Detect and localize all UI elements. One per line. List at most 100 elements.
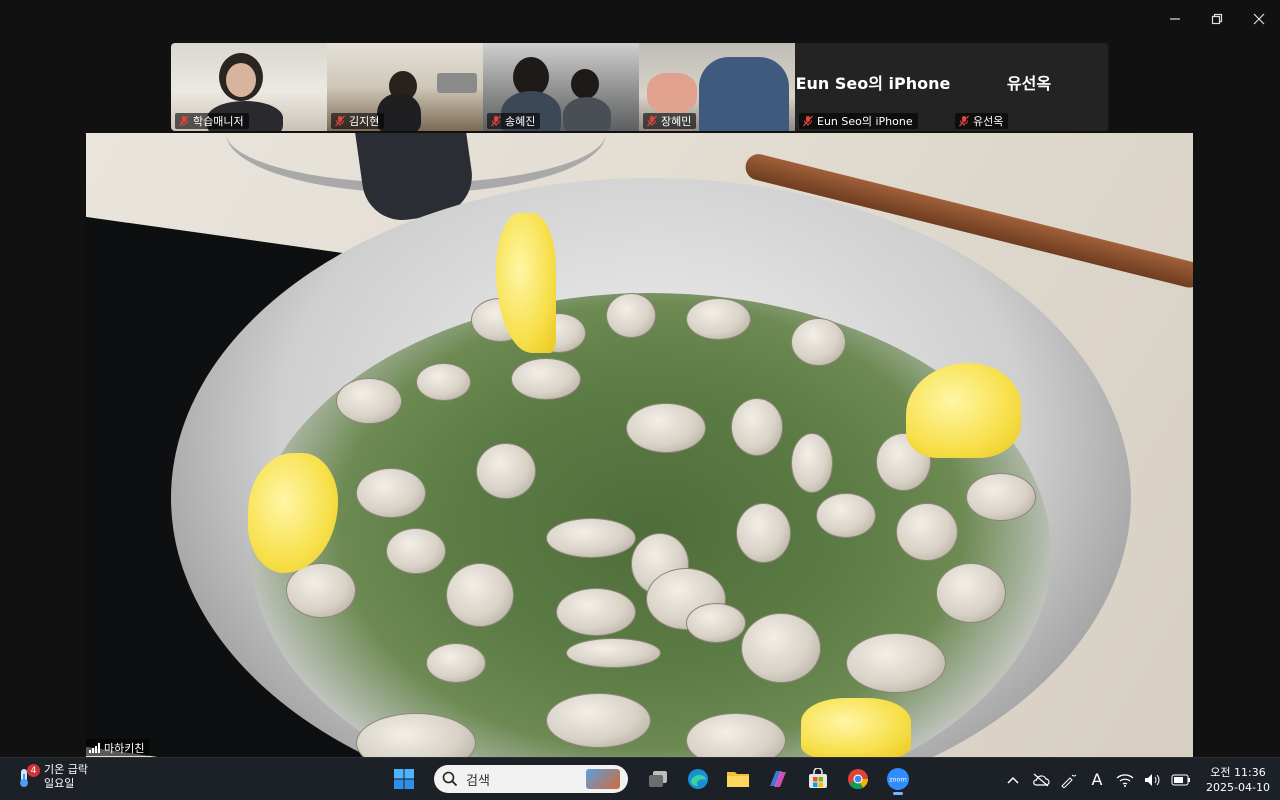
participant-name: 유선옥: [973, 115, 1004, 128]
clock-time: 오전 11:36: [1210, 765, 1266, 779]
windows-taskbar: 4 기온 급락 일요일 검색 zoom A 오전 11:36 2025-04-1…: [0, 757, 1280, 800]
taskbar-search[interactable]: 검색: [434, 765, 628, 793]
mic-muted-icon: [646, 115, 658, 127]
clam: [556, 588, 636, 636]
clam: [731, 398, 783, 456]
clock-date: 2025-04-10: [1206, 780, 1270, 794]
connection-signal-icon: [89, 742, 100, 753]
weather-widget[interactable]: 4 기온 급락 일요일: [14, 763, 88, 791]
zoom-button[interactable]: zoom: [882, 762, 914, 796]
mic-muted-icon: [490, 115, 502, 127]
copilot-button[interactable]: [762, 762, 794, 796]
clam: [606, 293, 656, 338]
svg-text:zoom: zoom: [889, 776, 907, 784]
clam: [426, 643, 486, 683]
volume-icon[interactable]: [1142, 769, 1164, 791]
system-tray: A 오전 11:36 2025-04-10: [1002, 758, 1270, 800]
weather-headline: 기온 급락: [44, 763, 88, 776]
clam: [741, 613, 821, 683]
clam: [566, 638, 661, 668]
thermometer-icon: 4: [14, 764, 40, 789]
window-controls: [1154, 0, 1280, 38]
wifi-icon[interactable]: [1114, 769, 1136, 791]
participant-gallery: 학습매니저 김지현 송혜진 장혜민 Eun Seo의 iPhone Eun Se…: [171, 43, 1109, 131]
close-button[interactable]: [1238, 0, 1280, 38]
clam: [791, 433, 833, 493]
participant-tile[interactable]: 유선옥 유선옥: [951, 43, 1107, 131]
cloud-sync-off-icon[interactable]: [1030, 769, 1052, 791]
zoom-icon: zoom: [887, 768, 909, 790]
clam: [791, 318, 846, 366]
participant-tile[interactable]: 장혜민: [639, 43, 795, 131]
clam: [476, 443, 536, 499]
task-view-icon: [649, 771, 667, 787]
notification-badge: 4: [27, 764, 40, 777]
folder-icon: [727, 772, 749, 787]
lemon-wedge: [801, 698, 911, 757]
copilot-icon: [770, 771, 786, 787]
task-view-button[interactable]: [642, 762, 674, 796]
clam: [546, 693, 651, 748]
mic-muted-icon: [334, 115, 346, 127]
clam: [626, 403, 706, 453]
clam: [386, 528, 446, 574]
clam: [446, 563, 514, 627]
clam: [966, 473, 1036, 521]
clam: [846, 633, 946, 693]
minimize-icon: [1170, 18, 1180, 20]
weather-day: 일요일: [44, 777, 75, 790]
restore-icon: [1211, 13, 1223, 25]
participant-name: 김지현: [349, 115, 380, 128]
participant-tile[interactable]: 학습매니저: [171, 43, 327, 131]
speaker-name: 마하키친: [104, 741, 145, 755]
participant-tile[interactable]: 김지현: [327, 43, 483, 131]
participant-name-label: 학습매니저: [175, 113, 249, 129]
mic-muted-icon: [802, 115, 814, 127]
participant-name-label: 송혜진: [487, 113, 541, 129]
participant-name-label: 김지현: [331, 113, 385, 129]
microsoft-store-button[interactable]: [802, 762, 834, 796]
speaker-name-label: 마하키친: [86, 739, 150, 756]
clam: [816, 493, 876, 538]
participant-tile[interactable]: Eun Seo의 iPhone Eun Seo의 iPhone: [795, 43, 951, 131]
mic-muted-icon: [178, 115, 190, 127]
participant-tile[interactable]: 송혜진: [483, 43, 639, 131]
chrome-icon: [848, 769, 869, 790]
close-icon: [1253, 13, 1265, 25]
participant-name-label: 유선옥: [955, 113, 1009, 129]
search-icon: [442, 771, 458, 787]
clam: [936, 563, 1006, 623]
participant-name-label: 장혜민: [643, 113, 697, 129]
system-clock[interactable]: 오전 11:36 2025-04-10: [1206, 765, 1270, 795]
participant-name: 송혜진: [505, 115, 536, 128]
clam: [356, 468, 426, 518]
clam: [511, 358, 581, 400]
clam: [416, 363, 471, 401]
chevron-up-icon: [1007, 776, 1019, 784]
edge-browser-button[interactable]: [682, 762, 714, 796]
windows-logo-icon: [394, 769, 414, 789]
clam: [546, 518, 636, 558]
start-button[interactable]: [388, 762, 420, 796]
pen-input-icon[interactable]: [1058, 769, 1080, 791]
store-icon: [809, 768, 827, 788]
participant-name: 장혜민: [661, 115, 692, 128]
search-placeholder: 검색: [466, 773, 490, 789]
minimize-button[interactable]: [1154, 0, 1196, 38]
clam: [286, 563, 356, 618]
restore-button[interactable]: [1196, 0, 1238, 38]
show-hidden-icons-button[interactable]: [1002, 769, 1024, 791]
search-highlight-icon: [586, 769, 620, 789]
clam: [686, 298, 751, 340]
clam: [896, 503, 958, 561]
file-explorer-button[interactable]: [722, 762, 754, 796]
participant-name: 학습매니저: [193, 115, 244, 128]
participant-display-name: Eun Seo의 iPhone: [795, 74, 951, 93]
ime-mode-indicator[interactable]: A: [1086, 769, 1108, 791]
active-speaker-video[interactable]: [86, 133, 1193, 757]
mic-muted-icon: [958, 115, 970, 127]
clam: [686, 603, 746, 643]
chrome-button[interactable]: [842, 762, 874, 796]
battery-icon[interactable]: [1170, 769, 1192, 791]
participant-name: Eun Seo의 iPhone: [817, 115, 913, 128]
